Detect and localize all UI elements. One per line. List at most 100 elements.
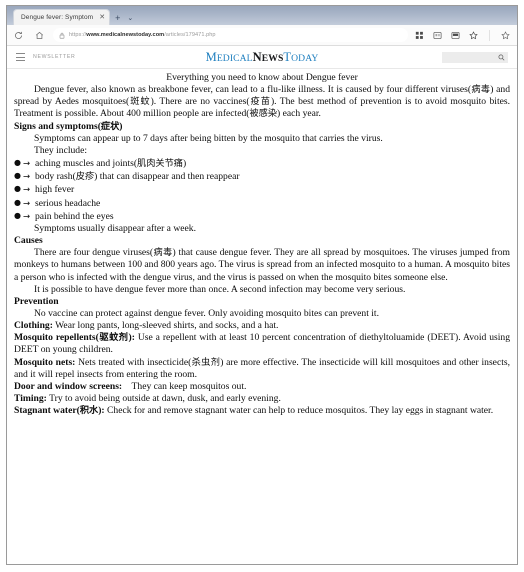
list-item-tail: ) — [182, 158, 187, 170]
causes-paragraph-2: It is possible to have dengue fever more… — [34, 283, 406, 295]
tip-term: Door and window screens: — [14, 380, 123, 392]
intro-text-3: ). There are no vaccines( — [150, 96, 250, 108]
bullet-dot-icon: ● — [14, 158, 21, 168]
list-item: ● → serious headache — [14, 197, 510, 210]
logo-news-rest: EWS — [261, 52, 284, 64]
logo-medical-rest: EDICAL — [216, 52, 253, 64]
bullet-dot-icon: ● — [14, 171, 21, 181]
browser-tab-title: Dengue fever: Symptom — [21, 14, 94, 21]
list-item: ● → high fever — [14, 183, 510, 196]
collections-icon[interactable] — [413, 29, 426, 42]
star-outline-icon[interactable] — [499, 29, 512, 42]
section-heading-prevention: Prevention — [14, 295, 59, 307]
search-icon[interactable] — [498, 54, 505, 61]
home-icon[interactable] — [33, 29, 46, 42]
list-item-tail: ) that can disappear and then reappear — [94, 171, 240, 183]
tip-body: Nets treated with insecticide( — [75, 356, 192, 368]
list-item: ● → pain behind the eyes — [14, 210, 510, 223]
intro-cjk-virus: 病毒 — [471, 84, 491, 96]
toolbar-divider — [489, 29, 490, 41]
immersive-reader-icon[interactable] — [431, 29, 444, 42]
screenshot-root: Dengue fever: Symptom ✕ + ⌄ https://www.… — [0, 0, 524, 572]
tip-body: Check for and remove stagnant water can … — [104, 405, 494, 417]
symptoms-disappear-line: Symptoms usually disappear after a week. — [34, 222, 196, 234]
symptom-list: ● → aching muscles and joints(肌肉关节痛) ● → bod… — [14, 157, 510, 223]
intro-text-1: Dengue fever, also known as breakbone fe… — [34, 84, 472, 96]
site-header: NEWSLETTER MEDICALNEWSTODAY — [7, 46, 517, 69]
causes-text-1: There are four dengue viruses( — [34, 247, 154, 259]
tip-term: Mosquito nets: — [14, 356, 76, 368]
tip-term: Clothing: — [14, 320, 53, 332]
site-logo[interactable]: MEDICALNEWSTODAY — [7, 50, 517, 65]
causes-paragraph: There are four dengue viruses(病毒) that c… — [14, 247, 510, 283]
list-item-cjk: 肌肉关节痛 — [137, 158, 183, 170]
signs-heading-cjk: 症状 — [100, 120, 120, 132]
bullet-dot-icon: ● — [14, 197, 21, 207]
article-content: Everything you need to know about Dengue… — [7, 69, 517, 564]
logo-news-cap: N — [252, 49, 262, 64]
signs-heading-tail: ) — [119, 120, 123, 132]
intro-cjk-aedes: 斑蚊 — [129, 96, 151, 108]
tip-door-window-screens: Door and window screens: They can keep m… — [14, 381, 510, 393]
list-item-label: high fever — [35, 184, 75, 196]
browser-toolbar: https://www.medicalnewstoday.com/article… — [7, 25, 517, 46]
list-item-label: serious headache — [35, 197, 101, 209]
section-heading-signs: Signs and symptoms(症状) — [14, 121, 510, 133]
list-item-label: aching muscles and joints( — [35, 158, 138, 170]
list-item-label: pain behind the eyes — [35, 210, 114, 222]
reload-icon[interactable] — [12, 29, 25, 42]
browser-tab-strip: Dengue fever: Symptom ✕ + ⌄ — [7, 6, 517, 25]
tip-body: Wear long pants, long-sleeved shirts, an… — [52, 320, 279, 332]
page-title: Everything you need to know about Dengue… — [166, 72, 358, 83]
prevention-paragraph: No vaccine can protect against dengue fe… — [34, 307, 379, 319]
lock-icon — [58, 31, 66, 39]
address-bar-url: https://www.medicalnewstoday.com/article… — [69, 32, 216, 38]
bullet-arrow-icon: → — [23, 211, 31, 222]
star-icon[interactable] — [467, 29, 480, 42]
tip-term: Timing: — [14, 393, 47, 405]
hamburger-menu-icon[interactable] — [16, 53, 25, 61]
they-include-line: They include: — [34, 144, 88, 156]
tip-term: Stagnant water( — [14, 405, 80, 417]
intro-cjk-vaccine: 疫苗 — [249, 96, 271, 108]
bullet-dot-icon: ● — [14, 184, 21, 194]
tip-timing: Timing: Try to avoid being outside at da… — [14, 393, 510, 405]
logo-medical-cap: M — [205, 49, 217, 64]
list-item-cjk: 皮疹 — [75, 171, 95, 183]
list-item-label: body rash( — [35, 171, 76, 183]
chevron-down-icon[interactable]: ⌄ — [127, 15, 133, 22]
list-item: ● → aching muscles and joints(肌肉关节痛) — [14, 157, 510, 170]
section-heading-causes: Causes — [14, 235, 43, 247]
tip-term-cjk: 积水 — [79, 405, 99, 417]
tip-body-cjk: 杀虫剂 — [191, 356, 221, 368]
bullet-arrow-icon: → — [23, 185, 31, 196]
intro-text-5: ) each year. — [277, 108, 321, 120]
browser-window: Dengue fever: Symptom ✕ + ⌄ https://www.… — [6, 5, 518, 565]
intro-paragraph: Dengue fever, also known as breakbone fe… — [14, 84, 510, 120]
tip-body: Try to avoid being outside at dawn, dusk… — [46, 393, 281, 405]
tip-term-cjk: 驱蚊剂 — [98, 332, 129, 344]
search-input[interactable] — [442, 51, 508, 63]
address-bar[interactable]: https://www.medicalnewstoday.com/article… — [53, 28, 408, 42]
close-icon[interactable]: ✕ — [99, 14, 105, 21]
logo-today-cap: T — [283, 49, 292, 64]
tip-stagnant-water: Stagnant water(积水): Check for and remove… — [14, 405, 510, 417]
new-tab-icon[interactable]: + — [115, 14, 120, 23]
tip-body: They can keep mosquitos out. — [122, 380, 247, 392]
intro-cjk-infected: 被感染 — [249, 108, 278, 120]
toolbar-actions — [413, 29, 512, 42]
list-item: ● → body rash(皮疹) that can disappear and t… — [14, 170, 510, 183]
browser-tab[interactable]: Dengue fever: Symptom ✕ — [13, 9, 111, 25]
bullet-arrow-icon: → — [23, 172, 31, 183]
newsletter-link[interactable]: NEWSLETTER — [33, 54, 75, 60]
url-host: www.medicalnewstoday.com — [86, 32, 165, 38]
bullet-arrow-icon: → — [23, 198, 31, 209]
tip-mosquito-repellents: Mosquito repellents(驱蚊剂): Use a repellen… — [14, 332, 510, 356]
url-path: /articles/179471.php — [164, 32, 216, 38]
tip-mosquito-nets: Mosquito nets: Nets treated with insecti… — [14, 357, 510, 381]
tip-clothing: Clothing: Wear long pants, long-sleeved … — [14, 320, 510, 332]
logo-today-rest: ODAY — [291, 52, 319, 64]
signs-heading-text: Signs and symptoms( — [14, 120, 101, 132]
bullet-arrow-icon: → — [23, 159, 31, 170]
split-screen-icon[interactable] — [449, 29, 462, 42]
